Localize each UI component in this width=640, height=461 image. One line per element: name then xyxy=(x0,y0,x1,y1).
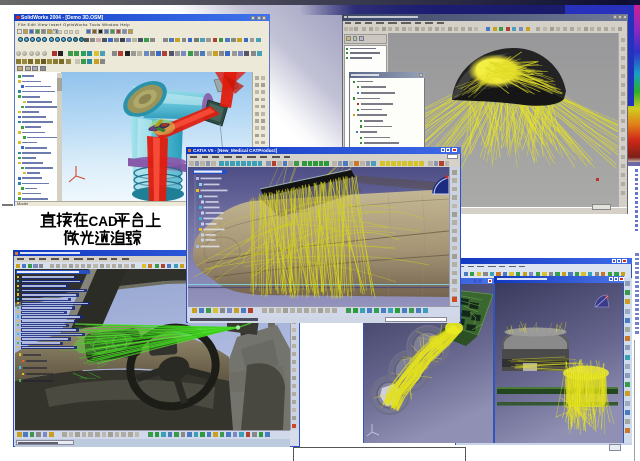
svg-text:CAD: CAD xyxy=(89,214,118,229)
